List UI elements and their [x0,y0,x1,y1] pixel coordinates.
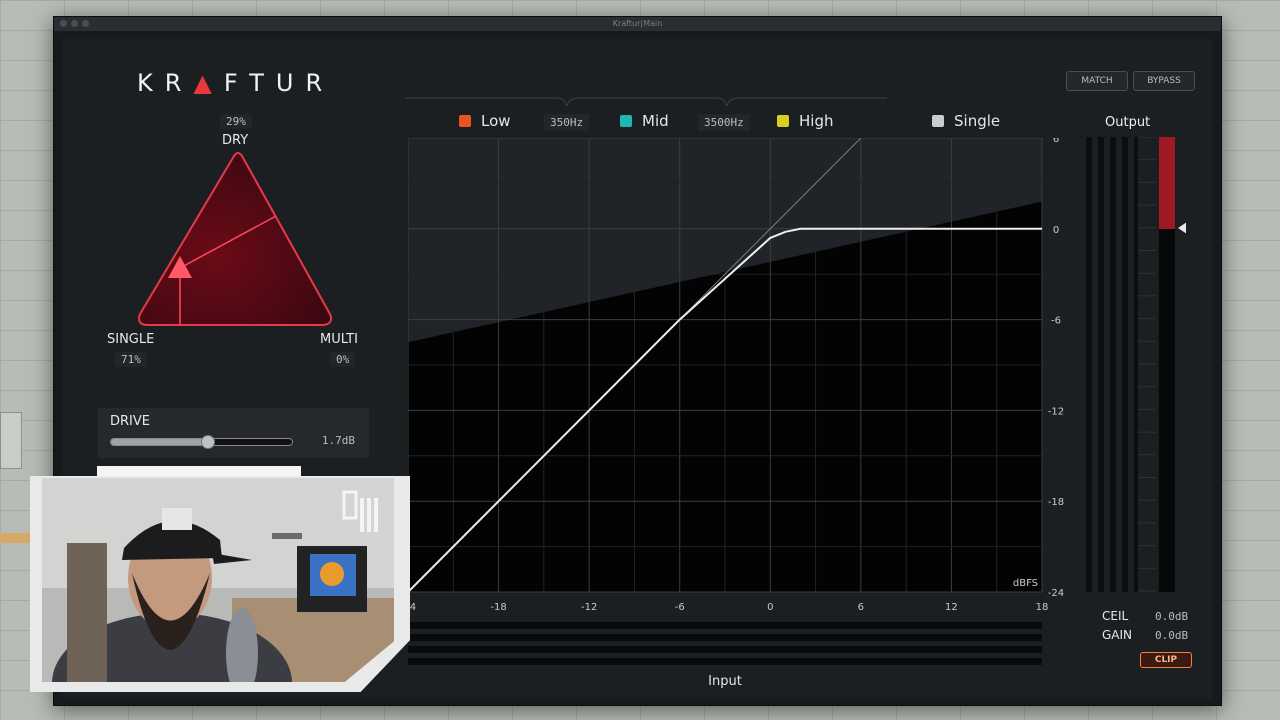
ceiling-marker-icon[interactable] [1178,222,1186,234]
single-value: 71% [115,352,147,367]
multi-label: MULTI [320,332,358,347]
gain-label: GAIN [1102,628,1133,642]
logo-mark-icon: ▲ [193,69,224,97]
drive-slider-handle[interactable] [200,435,215,449]
drive-slider-fill [111,439,207,445]
high-band-label: High [799,112,834,130]
dry-value: 29% [220,114,252,129]
daw-clip[interactable] [0,412,22,469]
bypass-button[interactable]: BYPASS [1133,71,1195,91]
band-single[interactable]: Single [932,112,1000,130]
output-title: Output [1105,115,1151,130]
window-controls[interactable] [60,20,89,27]
x-tick-label: 6 [858,602,864,613]
low-band-label: Low [481,112,511,130]
gain-value[interactable]: 0.0dB [1155,629,1188,642]
y-tick-label: -24 [1048,588,1064,599]
minimize-button[interactable] [71,20,78,27]
brand-logo: KR▲FTUR [137,69,335,97]
x-tick-label: 18 [1036,602,1049,613]
low-band-swatch-icon [459,115,471,127]
multi-value: 0% [330,352,356,367]
window-title: Kraftur|Main [612,19,663,28]
mid-high-crossover[interactable]: 3500Hz [698,114,750,131]
band-high[interactable]: High [777,112,833,130]
input-meter-bar [408,634,1042,641]
band-low[interactable]: Low [459,112,511,130]
ceil-value[interactable]: 0.0dB [1155,610,1188,623]
mid-band-swatch-icon [620,115,632,127]
channel-logo-icon [342,490,378,532]
daw-clip[interactable] [0,533,30,543]
drive-panel: DRIVE 1.7dB [98,408,369,458]
band-mid[interactable]: Mid [620,112,669,130]
drive-label: DRIVE [110,414,150,429]
input-meter-bar [408,622,1042,629]
output-meter [1086,137,1186,592]
input-axis-label: Input [708,674,742,689]
low-mid-crossover[interactable]: 350Hz [544,114,590,131]
clip-button[interactable]: CLIP [1140,652,1192,668]
input-meter-bar [408,658,1042,665]
y-tick-label: -18 [1048,497,1064,508]
window-titlebar[interactable]: Kraftur|Main [54,17,1221,31]
match-button[interactable]: MATCH [1066,71,1128,91]
blend-triangle[interactable] [130,148,340,333]
zoom-button[interactable] [82,20,89,27]
close-button[interactable] [60,20,67,27]
input-meter-bar [408,646,1042,653]
y-tick-label: 0 [1053,225,1059,236]
drive-value[interactable]: 1.7dB [322,434,355,447]
single-label: SINGLE [107,332,155,347]
transfer-curve-graph[interactable]: -24-18-12-606121860-6-12-18-24dBFS [408,138,1084,616]
unit-label: dBFS [1013,578,1038,589]
drive-slider[interactable] [110,435,293,449]
ceil-label: CEIL [1102,609,1129,623]
single-band-swatch-icon [932,115,944,127]
x-tick-label: 0 [767,602,773,613]
y-tick-label: -12 [1048,406,1064,417]
x-tick-label: -18 [490,602,506,613]
single-band-label: Single [954,112,1001,130]
input-meters [408,622,1042,670]
mid-band-label: Mid [642,112,669,130]
y-tick-label: -6 [1051,316,1061,327]
x-tick-label: -12 [581,602,597,613]
dry-label: DRY [222,133,249,148]
y-tick-label: 6 [1053,138,1059,145]
high-band-swatch-icon [777,115,789,127]
x-tick-label: -6 [675,602,685,613]
x-tick-label: 12 [945,602,958,613]
